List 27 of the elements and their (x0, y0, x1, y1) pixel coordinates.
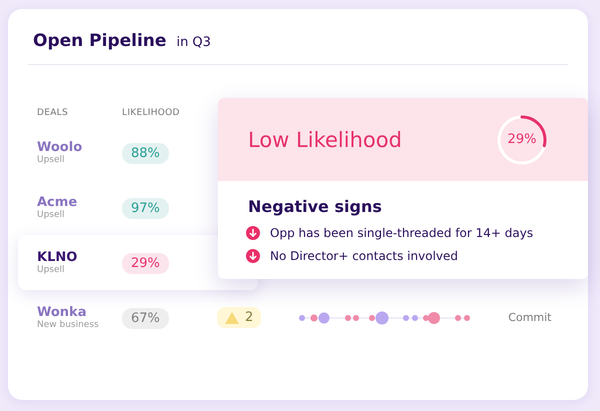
deal-stage: Commit (508, 311, 552, 324)
deal-type: New business (37, 320, 100, 330)
deal-type: Upsell (37, 155, 66, 165)
likelihood-badge: 88% (122, 142, 169, 164)
popup-title: Low Likelihood (248, 128, 402, 152)
sign-text: No Director+ contacts involved (270, 249, 458, 263)
likelihood-badge: 67% (122, 308, 169, 328)
warning-icon (225, 312, 239, 324)
deal-type: Upsell (37, 265, 66, 275)
likelihood-badge: 29% (122, 252, 169, 274)
deal-name: Acme (37, 195, 78, 210)
score-value: 29% (508, 132, 536, 147)
section-title: Negative signs (248, 197, 383, 216)
deal-name: Woolo (37, 140, 84, 155)
column-header: LIKELIHOOD (122, 108, 180, 118)
deal-name: Wonka (37, 305, 88, 320)
deal-type: Upsell (37, 210, 66, 220)
deal-row[interactable]: Woolo Upsell 88% (18, 125, 217, 180)
card-subtitle: in Q3 (176, 35, 211, 50)
column-header: DEALS (37, 108, 70, 118)
sign-text: Opp has been single-threaded for 14+ days (270, 226, 534, 240)
card-title: Open Pipeline (33, 31, 166, 51)
deal-row[interactable]: Acme Upsell 97% (18, 180, 217, 235)
likelihood-badge: 97% (122, 198, 169, 218)
warning-count: 2 (245, 310, 254, 325)
deal-row[interactable]: Wonka New business 67% 2 Commit (18, 290, 552, 345)
deal-name: KLNO (37, 250, 78, 265)
